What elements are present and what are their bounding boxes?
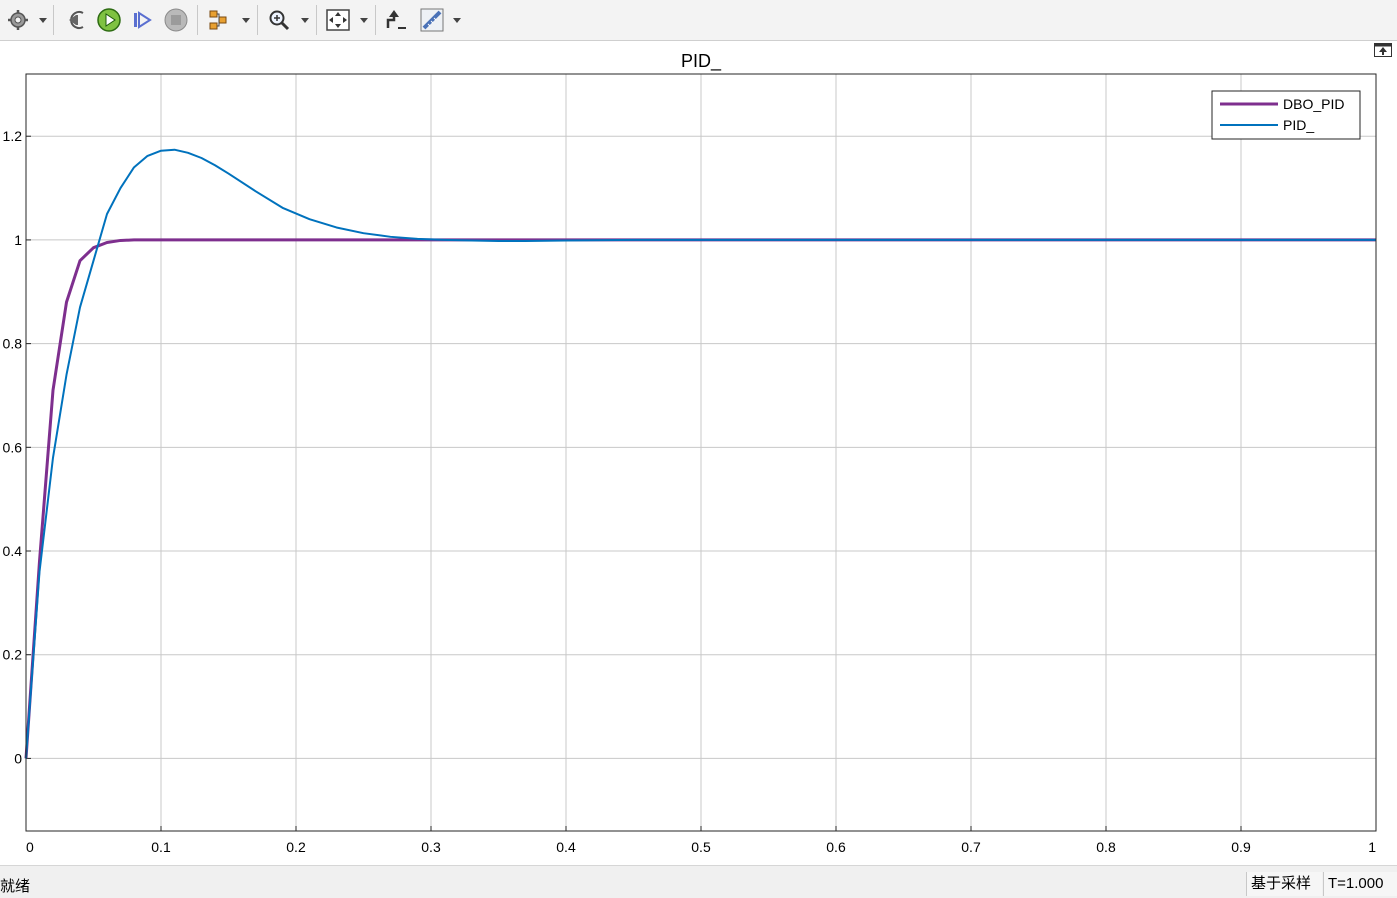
y-tick-label: 1 (14, 232, 22, 248)
toolbar-separator (316, 5, 317, 35)
x-tick-label: 0 (26, 839, 34, 855)
signal-highlight-icon[interactable] (205, 6, 233, 34)
toolbar-separator (53, 5, 54, 35)
legend-label: PID_ (1283, 117, 1314, 133)
tick-labels: 0 0.1 0.2 0.3 0.4 0.5 0.6 0.7 0.8 0.9 1 0 0.2 0.4 0.6 0… (3, 128, 1377, 855)
status-bar: 就绪 基于采样 T=1.000 (0, 865, 1397, 898)
y-tick-label: 1.2 (3, 128, 23, 144)
step-forward-icon[interactable] (128, 6, 156, 34)
toolbar-separator (197, 5, 198, 35)
toolbar (0, 0, 1397, 41)
y-tick-label: 0.4 (3, 543, 23, 559)
x-tick-label: 0.8 (1096, 839, 1116, 855)
highlight-dropdown-icon[interactable] (241, 14, 251, 26)
zoom-dropdown-icon[interactable] (300, 14, 310, 26)
y-tick-label: 0.8 (3, 336, 23, 352)
run-icon[interactable] (95, 6, 123, 34)
simulation-time-indicator: T=1.000 (1323, 872, 1397, 896)
scope-plot-area: 0 0.1 0.2 0.3 0.4 0.5 0.6 0.7 0.8 0.9 1 0 0.2 0.4 0.6 0… (0, 41, 1397, 865)
zoom-in-icon[interactable] (265, 6, 293, 34)
x-tick-label: 0.1 (151, 839, 171, 855)
y-tick-label: 0.6 (3, 439, 23, 455)
legend-label: DBO_PID (1283, 96, 1344, 112)
toolbar-separator (257, 5, 258, 35)
sample-mode-indicator: 基于采样 (1246, 872, 1322, 896)
autoscale-dropdown-icon[interactable] (359, 14, 369, 26)
chart-svg: 0 0.1 0.2 0.3 0.4 0.5 0.6 0.7 0.8 0.9 1 0 0.2 0.4 0.6 0… (3, 51, 1377, 855)
status-ready-text: 就绪 (0, 878, 31, 895)
x-tick-label: 1 (1368, 839, 1376, 855)
gear-icon[interactable] (4, 6, 32, 34)
y-tick-label: 0 (14, 750, 22, 766)
toolbar-separator (375, 5, 376, 35)
chart-title: PID_ (681, 51, 722, 72)
fit-to-view-icon[interactable] (324, 6, 352, 34)
step-back-icon[interactable] (61, 6, 89, 34)
trigger-icon[interactable] (382, 6, 410, 34)
x-tick-label: 0.3 (421, 839, 441, 855)
cursor-measure-icon[interactable] (418, 6, 446, 34)
y-tick-label: 0.2 (3, 647, 23, 663)
grid (25, 74, 1377, 831)
measure-dropdown-icon[interactable] (452, 14, 462, 26)
x-tick-label: 0.9 (1231, 839, 1251, 855)
x-tick-label: 0.7 (961, 839, 981, 855)
undock-icon[interactable] (1374, 43, 1392, 57)
x-tick-label: 0.2 (286, 839, 306, 855)
settings-dropdown-icon[interactable] (38, 14, 48, 26)
legend[interactable]: DBO_PID PID_ (1211, 90, 1361, 140)
x-tick-label: 0.5 (691, 839, 711, 855)
stop-icon[interactable] (162, 6, 190, 34)
x-tick-label: 0.6 (826, 839, 846, 855)
x-tick-label: 0.4 (556, 839, 576, 855)
